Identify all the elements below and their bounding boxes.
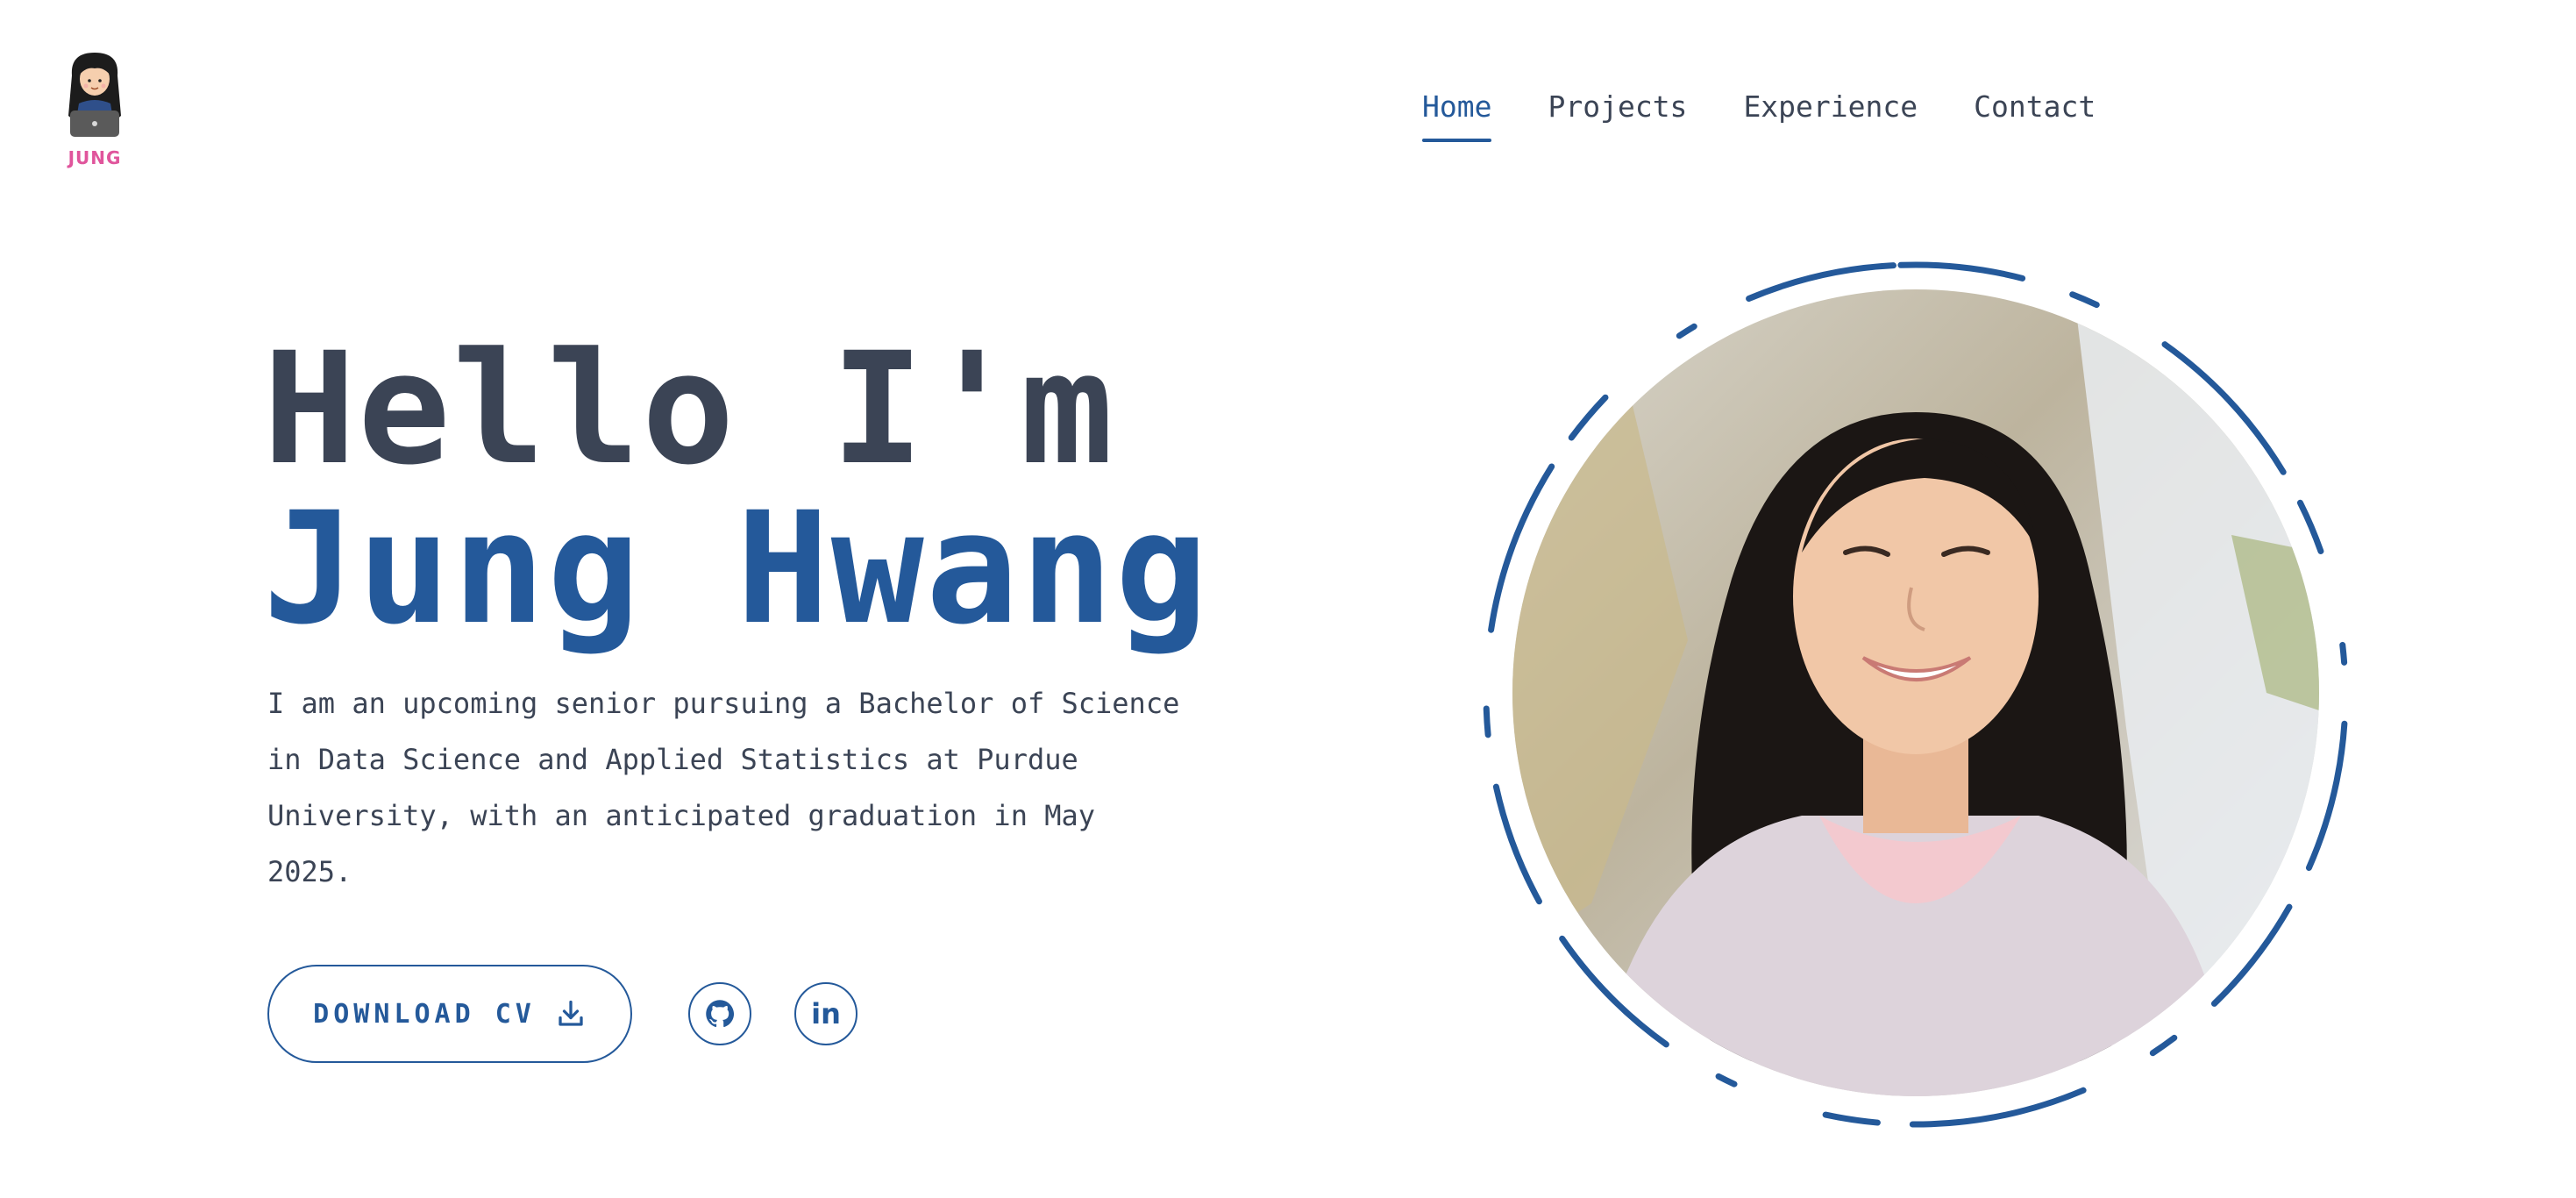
hero-heading: Hello I'm Jung Hwang bbox=[263, 330, 1210, 649]
nav-item-projects[interactable]: Projects bbox=[1548, 89, 1687, 142]
github-link[interactable] bbox=[688, 982, 751, 1045]
profile-photo-container bbox=[1473, 254, 2350, 1131]
site-logo[interactable]: JUNG bbox=[60, 49, 130, 172]
nav-item-home[interactable]: Home bbox=[1422, 89, 1492, 142]
download-icon bbox=[559, 1000, 583, 1026]
hero-greeting: Hello I'm bbox=[263, 319, 1115, 499]
nav-item-contact[interactable]: Contact bbox=[1974, 89, 2096, 142]
linkedin-link[interactable]: in bbox=[794, 982, 857, 1045]
hero-description: I am an upcoming senior pursuing a Bache… bbox=[267, 687, 1180, 888]
download-cv-button[interactable]: DOWNLOAD CV bbox=[267, 965, 632, 1063]
hero-name: Jung Hwang bbox=[263, 479, 1210, 659]
logo-wordmark: JUNG bbox=[68, 147, 122, 168]
github-icon bbox=[706, 1000, 735, 1028]
portfolio-page: JUNG Home Projects Experience Contact He… bbox=[0, 0, 2576, 1198]
download-cv-label: DOWNLOAD CV bbox=[313, 998, 536, 1030]
portrait-image bbox=[1512, 289, 2319, 1096]
linkedin-icon: in bbox=[811, 997, 841, 1030]
nav-item-experience[interactable]: Experience bbox=[1743, 89, 1918, 142]
avatar-logo-icon bbox=[68, 53, 121, 137]
profile-photo bbox=[1512, 289, 2319, 1096]
main-nav: Home Projects Experience Contact bbox=[1422, 89, 2096, 142]
